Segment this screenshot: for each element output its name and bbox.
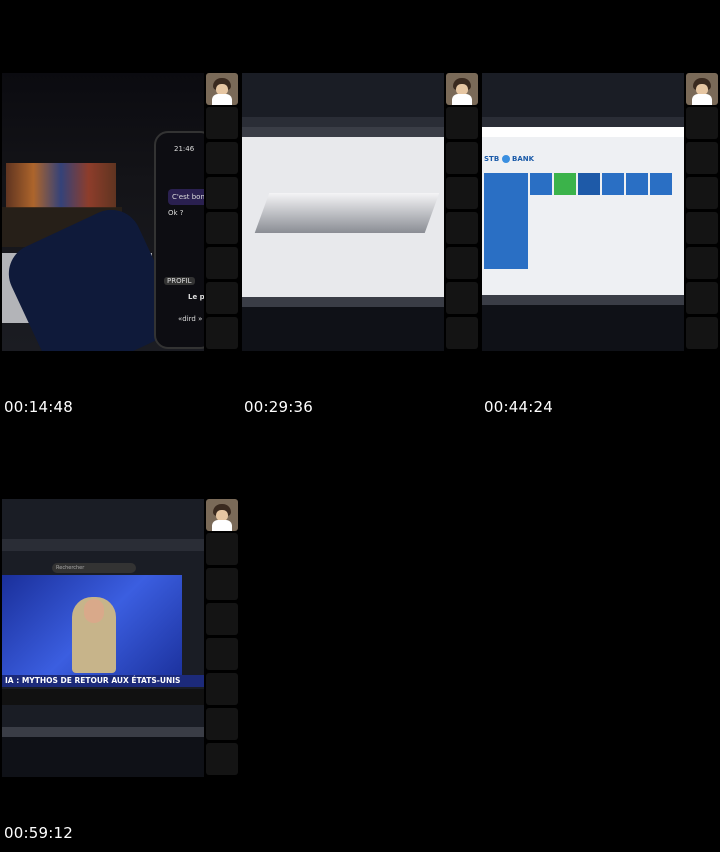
thumb-strip-4 [206,499,238,777]
address-bar [482,127,684,137]
caption-text: Le pi [188,293,204,301]
news-banner: IA : MYTHOS DE RETOUR AUX ÉTATS-UNIS [2,675,204,687]
thumb-cell [446,282,478,314]
thumb-cell [686,107,718,139]
thumb-cell [206,603,238,635]
timestamp-1: 00:14:48 [4,398,73,416]
thumb-cell [446,107,478,139]
address-bar [242,127,444,137]
video-caption [2,689,204,705]
phone-time: 21:46 [174,145,195,153]
browser-tabs [242,117,444,127]
video-frame-3[interactable]: STB BANK [482,73,684,351]
thumb-cell [206,107,238,139]
brand-right: BANK [512,155,535,163]
menu-tile-icon [554,173,576,195]
menu-tile-icon [578,173,600,195]
keyboard [2,737,204,777]
thumb-cell [206,638,238,670]
video-frame-4[interactable]: Rechercher IA : MYTHOS DE RETOUR AUX ÉTA… [2,499,204,777]
chat-text-2: Ok ? [168,209,184,217]
thumb-cell [446,247,478,279]
browser-tabs [482,117,684,127]
device-image [254,193,440,233]
thumb-cell [206,673,238,705]
thumbnail-tile-2[interactable] [242,73,478,353]
chat-text-1: C'est bon ? [172,193,204,201]
timestamp-3: 00:44:24 [484,398,553,416]
thumb-cell [686,177,718,209]
timestamp-4: 00:59:12 [4,824,73,842]
footer-text: «dird » [178,315,203,323]
thumb-cell [446,177,478,209]
thumb-strip-2 [446,73,478,351]
avatar-icon [446,73,478,105]
video-frame-1[interactable]: 21:46 C'est bon ? Ok ? PROFIL Le pi «dir… [2,73,204,351]
thumb-cell [686,212,718,244]
phone: 21:46 C'est bon ? Ok ? PROFIL Le pi «dir… [154,131,204,349]
thumb-cell [686,142,718,174]
thumbnail-tile-4[interactable]: Rechercher IA : MYTHOS DE RETOUR AUX ÉTA… [2,499,238,779]
video-frame-2[interactable] [242,73,444,351]
keyboard [482,305,684,351]
thumb-cell [206,282,238,314]
taskbar [242,297,444,307]
bank-sidebar [484,173,528,269]
thumb-cell [206,743,238,775]
presenter-head [84,599,104,623]
bank-brand: STB BANK [484,155,534,163]
menu-tile-icon [626,173,648,195]
thumb-cell [206,177,238,209]
profile-chip: PROFIL [164,277,195,285]
arcade-machines [6,163,116,208]
thumb-cell [446,212,478,244]
brand-logo-icon [501,155,510,163]
thumbnail-tile-3[interactable]: STB BANK [482,73,718,353]
thumb-cell [206,212,238,244]
search-input: Rechercher [52,563,136,573]
thumb-cell [206,142,238,174]
thumb-cell [206,247,238,279]
taskbar [482,295,684,305]
brand-left: STB [484,155,500,163]
thumb-strip-1 [206,73,238,351]
thumb-cell [446,142,478,174]
menu-tile-icon [602,173,624,195]
thumb-cell [206,533,238,565]
thumb-cell [206,317,238,349]
avatar-icon [206,73,238,105]
timestamp-2: 00:29:36 [244,398,313,416]
thumbnail-tile-1[interactable]: 21:46 C'est bon ? Ok ? PROFIL Le pi «dir… [2,73,238,353]
avatar-icon [686,73,718,105]
avatar-icon [206,499,238,531]
browser-tabs [2,539,204,551]
taskbar [2,727,204,737]
thumb-cell [686,317,718,349]
menu-tile-icon [650,173,672,195]
thumb-cell [686,247,718,279]
keyboard [242,307,444,351]
thumb-strip-3 [686,73,718,351]
thumb-cell [686,282,718,314]
menu-tile-icon [530,173,552,195]
thumb-cell [206,568,238,600]
thumb-cell [446,317,478,349]
thumb-cell [206,708,238,740]
